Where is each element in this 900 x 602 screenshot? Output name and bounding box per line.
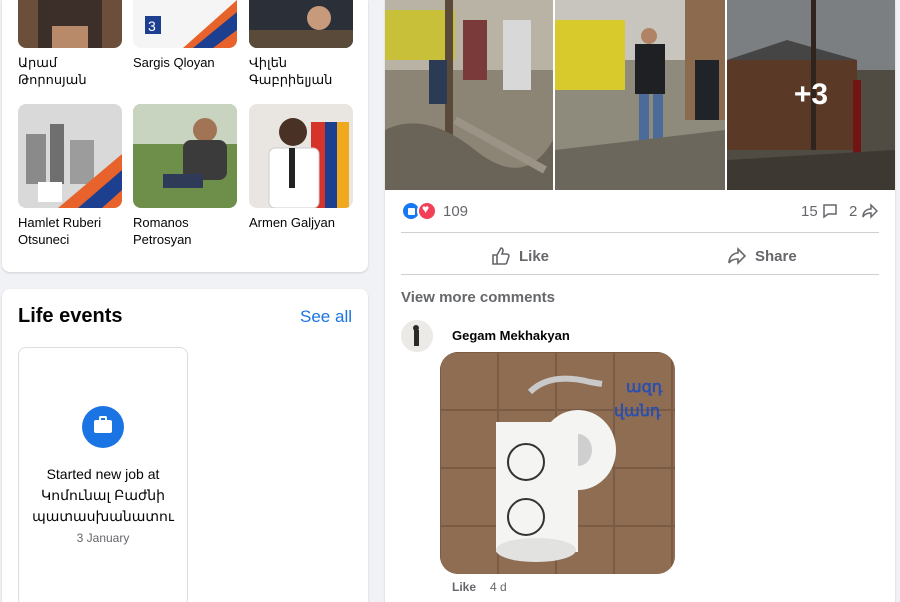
- friend-name[interactable]: Hamlet Ruberi Otsuneci: [18, 214, 124, 248]
- friend-tile[interactable]: Վիլեն Գաբրիելյան: [249, 0, 355, 88]
- friend-name[interactable]: Romanos Petrosyan: [133, 214, 239, 248]
- comment-image-text-line1: ազդ: [626, 379, 663, 396]
- divider: [401, 232, 879, 233]
- post-card: +3 109 15 2 Like Share View more comment…: [385, 0, 895, 602]
- share-button[interactable]: Share: [727, 242, 797, 270]
- post-photo[interactable]: [385, 0, 553, 190]
- briefcase-icon: [82, 406, 124, 448]
- post-photo-grid: +3: [385, 0, 895, 190]
- friend-photo[interactable]: [133, 104, 237, 208]
- life-event-text: Started new job at Կոմունալ Բաժնի պատասխ…: [32, 466, 174, 524]
- friend-name[interactable]: Sargis Qloyan: [133, 54, 239, 71]
- friend-photo[interactable]: [18, 0, 122, 48]
- like-button[interactable]: Like: [491, 242, 549, 270]
- friend-photo[interactable]: [249, 0, 353, 48]
- friends-card: Արամ Թորոսյան 3 Sargis Qloyan Վիլեն Գաբր…: [2, 0, 368, 272]
- love-reaction-icon: [417, 201, 437, 221]
- friend-tile[interactable]: Romanos Petrosyan: [133, 104, 239, 248]
- comment-image[interactable]: ազդ վանդ: [440, 352, 675, 574]
- friend-tile[interactable]: Արամ Թորոսյան: [18, 0, 124, 88]
- comment-count-value: 15: [801, 203, 818, 220]
- avatar[interactable]: [401, 320, 433, 352]
- share-icon: [728, 247, 747, 265]
- friend-name[interactable]: Վիլեն Գաբրիելյան: [249, 54, 355, 88]
- friend-tile[interactable]: 3 Sargis Qloyan: [133, 0, 239, 71]
- divider: [401, 274, 879, 275]
- reaction-count[interactable]: 109: [443, 203, 468, 220]
- comment-like-button[interactable]: Like: [452, 580, 476, 594]
- life-events-title: Life events: [18, 305, 123, 327]
- like-label: Like: [519, 247, 550, 265]
- reactions-icons[interactable]: [401, 201, 439, 221]
- friend-tile[interactable]: Armen Galjyan: [249, 104, 355, 231]
- friend-name[interactable]: Արամ Թորոսյան: [18, 54, 124, 88]
- comment-count[interactable]: 15: [801, 203, 838, 220]
- post-photo[interactable]: [555, 0, 725, 190]
- comment-author[interactable]: Gegam Mekhakyan: [452, 328, 570, 343]
- friend-photo[interactable]: [18, 104, 122, 208]
- life-event-date: 3 January: [76, 531, 130, 545]
- friend-photo[interactable]: 3: [133, 0, 237, 48]
- see-all-link[interactable]: See all: [300, 307, 352, 327]
- post-stats: 109 15 2: [401, 198, 881, 224]
- share-count-value: 2: [849, 203, 858, 220]
- comment-icon: [823, 204, 837, 219]
- friend-name[interactable]: Armen Galjyan: [249, 214, 355, 231]
- share-arrow-icon: [861, 203, 878, 219]
- friend-tile[interactable]: Hamlet Ruberi Otsuneci: [18, 104, 124, 248]
- comment-timestamp[interactable]: 4 d: [490, 580, 507, 594]
- comment-image-text-line2: վանդ: [614, 403, 661, 420]
- svg-text:3: 3: [148, 18, 156, 34]
- more-photos-overlay[interactable]: +3: [727, 0, 895, 190]
- life-events-card: Life events See all Started new job at Կ…: [2, 289, 368, 602]
- share-count[interactable]: 2: [849, 203, 878, 220]
- view-more-comments-link[interactable]: View more comments: [401, 289, 555, 306]
- life-event-item[interactable]: Started new job at Կոմունալ Բաժնի պատասխ…: [18, 347, 188, 602]
- thumbs-up-icon: [492, 247, 510, 265]
- post-photo[interactable]: +3: [727, 0, 895, 190]
- share-label: Share: [755, 247, 797, 265]
- friend-photo[interactable]: [249, 104, 353, 208]
